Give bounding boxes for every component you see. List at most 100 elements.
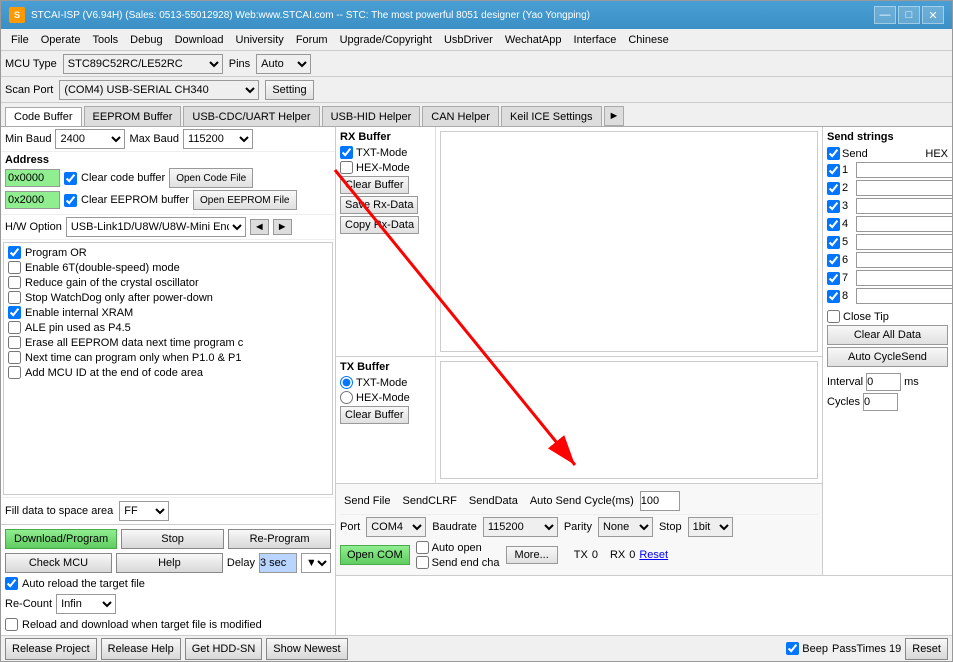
- send-end-checkbox[interactable]: [416, 556, 429, 569]
- release-project-button[interactable]: Release Project: [5, 638, 97, 660]
- delay-input[interactable]: [259, 553, 297, 573]
- send-3-checkbox[interactable]: [827, 200, 840, 213]
- parity-select[interactable]: None: [598, 517, 653, 537]
- reprogram-button[interactable]: Re-Program: [228, 529, 331, 549]
- address-input-1[interactable]: [5, 169, 60, 187]
- open-code-button[interactable]: Open Code File: [169, 168, 253, 188]
- check-mcu-button[interactable]: Check MCU: [5, 553, 112, 573]
- tab-eeprom-buffer[interactable]: EEPROM Buffer: [84, 106, 182, 126]
- menu-operate[interactable]: Operate: [35, 32, 87, 48]
- send-5-input[interactable]: [856, 234, 952, 250]
- send-2-checkbox[interactable]: [827, 182, 840, 195]
- send-4-input[interactable]: [856, 216, 952, 232]
- hw-option-select[interactable]: USB-Link1D/U8W/U8W-Mini Encrypti: [66, 217, 246, 237]
- max-baud-select[interactable]: 115200: [183, 129, 253, 149]
- send-7-input[interactable]: [856, 270, 952, 286]
- get-hdd-sn-button[interactable]: Get HDD-SN: [185, 638, 263, 660]
- beep-checkbox[interactable]: [786, 642, 799, 655]
- tab-usb-hid[interactable]: USB-HID Helper: [322, 106, 421, 126]
- cycles-input[interactable]: [863, 393, 898, 411]
- tab-keil-ice[interactable]: Keil ICE Settings: [501, 106, 602, 126]
- send-1-input[interactable]: [856, 162, 952, 178]
- baudrate-select[interactable]: 115200: [483, 517, 558, 537]
- tab-code-buffer[interactable]: Code Buffer: [5, 107, 82, 127]
- menu-wechatapp[interactable]: WechatApp: [499, 32, 568, 48]
- fill-data-select[interactable]: FF: [119, 501, 169, 521]
- tx-clear-button[interactable]: Clear Buffer: [340, 406, 409, 424]
- reduce-crystal-checkbox[interactable]: [8, 276, 21, 289]
- rx-clear-button[interactable]: Clear Buffer: [340, 176, 409, 194]
- hw-arrow-right[interactable]: ►: [273, 219, 292, 235]
- help-button[interactable]: Help: [116, 553, 223, 573]
- tab-can-helper[interactable]: CAN Helper: [422, 106, 499, 126]
- send-1-checkbox[interactable]: [827, 164, 840, 177]
- send-4-checkbox[interactable]: [827, 218, 840, 231]
- rx-copy-button[interactable]: Copy Rx-Data: [340, 216, 419, 234]
- send-6-checkbox[interactable]: [827, 254, 840, 267]
- maximize-button[interactable]: □: [898, 6, 920, 24]
- interval-input[interactable]: [866, 373, 901, 391]
- recount-select[interactable]: Infin: [56, 594, 116, 614]
- send-2-input[interactable]: [856, 180, 952, 196]
- clear-code-checkbox[interactable]: [64, 172, 77, 185]
- erase-eeprom-checkbox[interactable]: [8, 336, 21, 349]
- reset-link[interactable]: Reset: [639, 549, 668, 561]
- auto-send-input[interactable]: [640, 491, 680, 511]
- port-select[interactable]: COM4: [366, 517, 426, 537]
- stop-select[interactable]: 1bit: [688, 517, 733, 537]
- reload-modified-checkbox[interactable]: [5, 618, 18, 631]
- menu-file[interactable]: File: [5, 32, 35, 48]
- menu-upgrade[interactable]: Upgrade/Copyright: [334, 32, 438, 48]
- minimize-button[interactable]: —: [874, 6, 896, 24]
- send-3-input[interactable]: [856, 198, 952, 214]
- send-7-checkbox[interactable]: [827, 272, 840, 285]
- program-or-checkbox[interactable]: [8, 246, 21, 259]
- stop-watchdog-checkbox[interactable]: [8, 291, 21, 304]
- delay-unit-select[interactable]: ▼: [301, 553, 331, 573]
- address-input-2[interactable]: [5, 191, 60, 209]
- auto-reload-checkbox[interactable]: [5, 577, 18, 590]
- menu-chinese[interactable]: Chinese: [622, 32, 674, 48]
- send-8-input[interactable]: [856, 288, 952, 304]
- close-button[interactable]: ✕: [922, 6, 944, 24]
- hw-arrow-left[interactable]: ◄: [250, 219, 269, 235]
- rx-hex-mode-checkbox[interactable]: [340, 161, 353, 174]
- clear-all-button[interactable]: Clear All Data: [827, 325, 948, 345]
- add-mcu-id-checkbox[interactable]: [8, 366, 21, 379]
- download-program-button[interactable]: Download/Program: [5, 529, 117, 549]
- menu-tools[interactable]: Tools: [86, 32, 124, 48]
- send-8-checkbox[interactable]: [827, 290, 840, 303]
- clear-eeprom-checkbox[interactable]: [64, 194, 77, 207]
- close-tip-checkbox[interactable]: [827, 310, 840, 323]
- tab-arrow[interactable]: ►: [604, 106, 625, 126]
- send-6-input[interactable]: [856, 252, 952, 268]
- min-baud-select[interactable]: 2400: [55, 129, 125, 149]
- scan-port-select[interactable]: (COM4) USB-SERIAL CH340: [59, 80, 259, 100]
- menu-forum[interactable]: Forum: [290, 32, 334, 48]
- auto-cycle-button[interactable]: Auto CycleSend: [827, 347, 948, 367]
- rx-save-button[interactable]: Save Rx-Data: [340, 196, 418, 214]
- tab-usb-cdc[interactable]: USB-CDC/UART Helper: [183, 106, 319, 126]
- tx-hex-mode-radio[interactable]: [340, 391, 353, 404]
- open-eeprom-button[interactable]: Open EEPROM File: [193, 190, 296, 210]
- send-5-checkbox[interactable]: [827, 236, 840, 249]
- tx-txt-mode-radio[interactable]: [340, 376, 353, 389]
- menu-download[interactable]: Download: [169, 32, 230, 48]
- internal-xram-checkbox[interactable]: [8, 306, 21, 319]
- release-help-button[interactable]: Release Help: [101, 638, 181, 660]
- menu-university[interactable]: University: [230, 32, 290, 48]
- setting-button[interactable]: Setting: [265, 80, 313, 100]
- rx-txt-mode-checkbox[interactable]: [340, 146, 353, 159]
- show-newest-button[interactable]: Show Newest: [266, 638, 347, 660]
- reset-button[interactable]: Reset: [905, 638, 948, 660]
- menu-debug[interactable]: Debug: [124, 32, 168, 48]
- open-com-button[interactable]: Open COM: [340, 545, 410, 565]
- pins-select[interactable]: Auto: [256, 54, 311, 74]
- stop-button[interactable]: Stop: [121, 529, 224, 549]
- menu-interface[interactable]: Interface: [568, 32, 623, 48]
- more-button[interactable]: More...: [506, 546, 558, 564]
- menu-usbdriver[interactable]: UsbDriver: [438, 32, 499, 48]
- auto-open-checkbox[interactable]: [416, 541, 429, 554]
- next-program-checkbox[interactable]: [8, 351, 21, 364]
- 6t-mode-checkbox[interactable]: [8, 261, 21, 274]
